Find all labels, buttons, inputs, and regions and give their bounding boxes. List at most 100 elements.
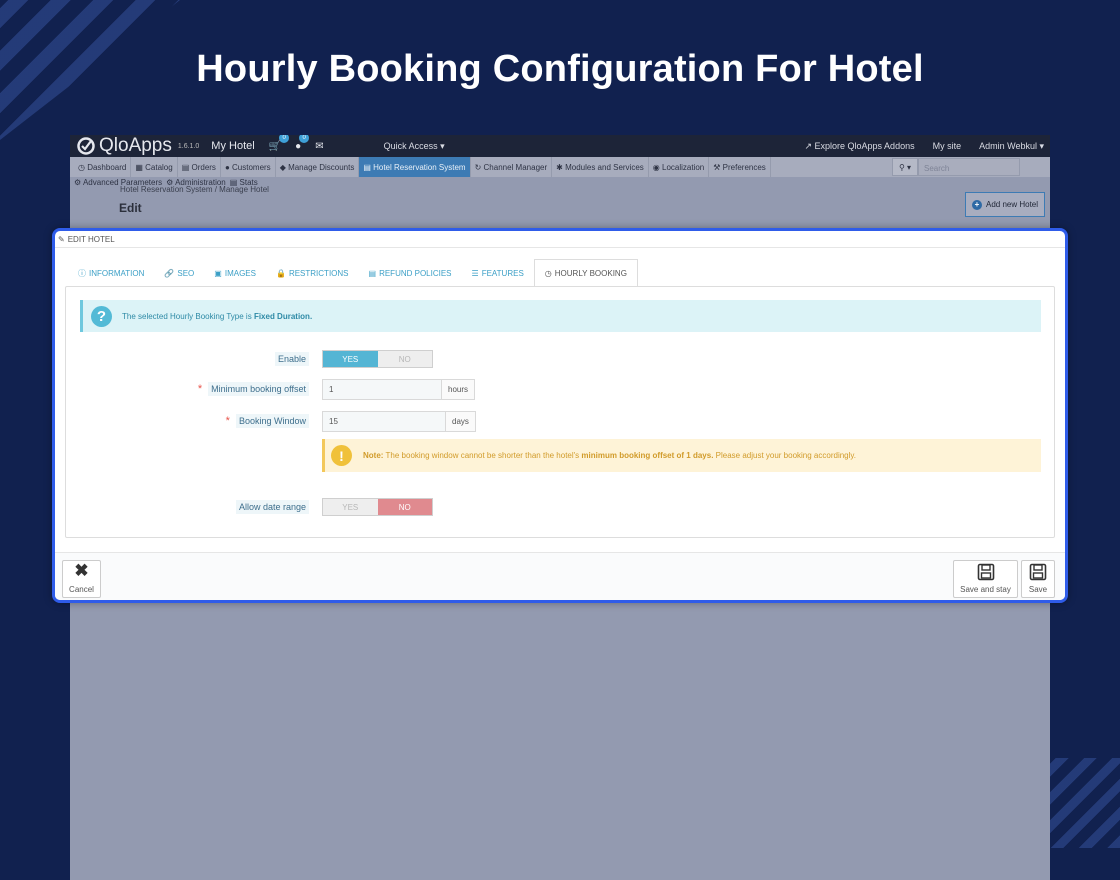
- search-icon[interactable]: ⚲ ▾: [892, 158, 918, 176]
- min-offset-input[interactable]: 1: [322, 378, 442, 400]
- admin-name: Admin Webkul: [979, 140, 1037, 151]
- logo-icon: [77, 137, 95, 155]
- list-icon: ☰: [471, 269, 479, 278]
- save-and-stay-label: Save and stay: [960, 585, 1011, 594]
- menu-item-dashboard[interactable]: ◷ Dashboard: [74, 157, 132, 177]
- link-icon: 🔗: [164, 269, 175, 278]
- tab-features[interactable]: ☰ FEATURES: [462, 261, 534, 286]
- cancel-button[interactable]: ✖ Cancel: [62, 560, 101, 598]
- version-label: 1.6.1.0: [177, 142, 200, 150]
- save-and-stay-button[interactable]: Save and stay: [953, 560, 1018, 598]
- close-icon: ✖: [74, 561, 89, 580]
- customer-icon[interactable]: ● 0: [295, 135, 310, 152]
- qloapps-logo[interactable]: QloApps: [76, 135, 172, 157]
- customer-badge: 0: [299, 135, 310, 143]
- menu-item-label: Preferences: [722, 162, 766, 172]
- tab-label: HOURLY BOOKING: [554, 268, 627, 278]
- menu-item-catalog[interactable]: ▦ Catalog: [131, 157, 178, 177]
- enable-label-wrap: Enable: [274, 352, 309, 366]
- info-text: The selected Hourly Booking Type is: [122, 311, 252, 321]
- date-range-label-wrap: Allow date range: [235, 500, 309, 514]
- booking-window-label-wrap: * Booking Window: [226, 414, 309, 428]
- tab-label: RESTRICTIONS: [288, 269, 349, 278]
- tab-restrictions[interactable]: 🔒 RESTRICTIONS: [266, 261, 359, 286]
- save-button[interactable]: Save: [1021, 560, 1055, 598]
- tab-label: IMAGES: [224, 269, 256, 278]
- shop-name-link[interactable]: My Hotel: [211, 140, 254, 152]
- add-new-hotel-label: Add new Hotel: [985, 200, 1039, 209]
- question-icon: ?: [91, 305, 112, 327]
- date-range-row: Allow date range YES NO: [66, 497, 1054, 517]
- search-box: ⚲ ▾ Search: [892, 157, 1020, 177]
- menu-item-customers[interactable]: ● Customers: [221, 157, 276, 177]
- menu-item-manage-discounts[interactable]: ◆ Manage Discounts: [276, 157, 360, 177]
- tab-seo[interactable]: 🔗 SEO: [154, 261, 204, 286]
- enable-label: Enable: [274, 352, 309, 366]
- pencil-icon: ✎: [58, 234, 65, 244]
- tab-label: INFORMATION: [89, 269, 145, 278]
- breadcrumb: Hotel Reservation System / Manage Hotel: [120, 185, 269, 194]
- tab-refund-policies[interactable]: ▤ REFUND POLICIES: [359, 261, 462, 286]
- date-range-switch[interactable]: YES NO: [322, 498, 433, 516]
- tab-hourly-booking[interactable]: ◷ HOURLY BOOKING: [533, 259, 638, 287]
- date-range-no-option[interactable]: NO: [377, 499, 432, 515]
- required-star: *: [197, 383, 203, 395]
- cart-badge: 0: [279, 135, 290, 143]
- menu-item-label: Modules and Services: [565, 162, 644, 172]
- menu-item-label: Orders: [191, 162, 216, 172]
- quick-access-dropdown[interactable]: Quick Access ▾: [384, 141, 445, 152]
- enable-no-option[interactable]: NO: [377, 351, 432, 367]
- my-site-link[interactable]: My site: [933, 141, 962, 151]
- warning-icon: !: [331, 445, 352, 466]
- booking-window-input[interactable]: 15: [322, 410, 446, 432]
- min-offset-unit: hours: [442, 378, 476, 400]
- menu-item-preferences[interactable]: ⚒ Preferences: [709, 157, 771, 177]
- menu-item-label: Localization: [662, 162, 705, 172]
- info-alert: ? The selected Hourly Booking Type is Fi…: [80, 300, 1041, 332]
- min-offset-label: Minimum booking offset: [208, 382, 309, 396]
- page-title: Edit: [119, 201, 142, 215]
- admin-menu[interactable]: Admin Webkul ▾: [979, 141, 1044, 152]
- save-icon: [1029, 563, 1047, 581]
- quick-access-label: Quick Access: [383, 140, 438, 151]
- explore-addons-link[interactable]: ↗ Explore QloApps Addons: [804, 141, 914, 152]
- tab-information[interactable]: ⓘ INFORMATION: [68, 261, 154, 286]
- save-label: Save: [1028, 585, 1048, 594]
- menu-item-hotel-reservation-system[interactable]: ▤ Hotel Reservation System: [359, 157, 471, 177]
- menu-item-channel-manager[interactable]: ↻ Channel Manager: [471, 157, 553, 177]
- search-input[interactable]: Search: [918, 158, 1020, 176]
- decorative-stripes-bottom-right: [1050, 758, 1120, 848]
- tab-label: SEO: [177, 269, 195, 278]
- cancel-label: Cancel: [69, 585, 94, 594]
- note-tail: Please adjust your booking accordingly.: [713, 451, 857, 460]
- min-offset-row: * Minimum booking offset 1 hours: [66, 378, 1054, 400]
- booking-window-row: * Booking Window 15 days: [66, 410, 1054, 432]
- tab-images[interactable]: ▣ IMAGES: [204, 261, 266, 286]
- info-icon: ⓘ: [78, 269, 86, 278]
- tab-label: REFUND POLICIES: [379, 269, 452, 278]
- enable-row: Enable YES NO: [66, 349, 1054, 369]
- enable-switch[interactable]: YES NO: [322, 350, 433, 368]
- booking-window-group: 15 days: [322, 410, 476, 432]
- menu-item-label: Manage Discounts: [288, 162, 355, 172]
- edit-hotel-panel: ✎ EDIT HOTEL ⓘ INFORMATION 🔗 SEO ▣ IMAGES 🔒 R…: [52, 228, 1068, 603]
- message-icon[interactable]: ✉: [315, 141, 323, 152]
- tab-label: FEATURES: [481, 269, 524, 278]
- top-bar: QloApps 1.6.1.0 My Hotel 🛒 0 ● 0 ✉ Quick A…: [70, 135, 1050, 157]
- note-label: Note:: [363, 451, 384, 460]
- file-icon: ▤: [368, 269, 377, 278]
- required-star: *: [225, 415, 230, 427]
- info-value: Fixed Duration.: [253, 311, 313, 321]
- hero-title: Hourly Booking Configuration For Hotel: [196, 48, 924, 90]
- menu-item-localization[interactable]: ◉ Localization: [649, 157, 710, 177]
- menu-item-modules-and-services[interactable]: ✱ Modules and Services: [552, 157, 649, 177]
- enable-yes-option[interactable]: YES: [323, 351, 378, 367]
- menu-item-orders[interactable]: ▤ Orders: [178, 157, 221, 177]
- cart-icon[interactable]: 🛒 0: [269, 135, 290, 152]
- date-range-yes-option[interactable]: YES: [323, 499, 378, 515]
- add-new-hotel-button[interactable]: + Add new Hotel: [965, 192, 1045, 217]
- menu-item-label: Catalog: [145, 162, 173, 172]
- panel-heading-text: EDIT HOTEL: [67, 234, 115, 244]
- booking-window-label: Booking Window: [235, 414, 309, 428]
- main-menu: ◷ Dashboard ▦ Catalog ▤ Orders ● Custome…: [70, 157, 1050, 177]
